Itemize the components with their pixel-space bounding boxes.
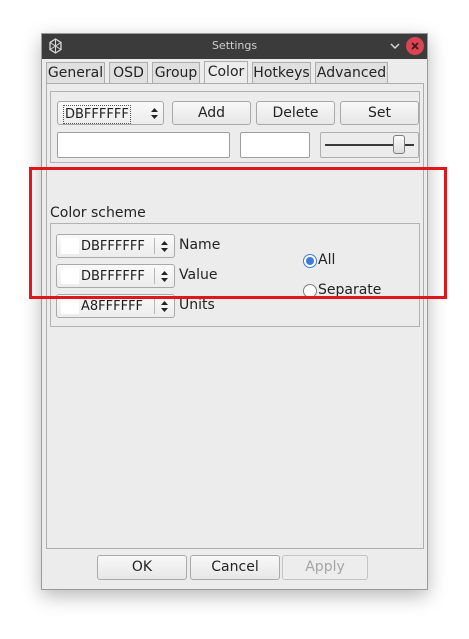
tab-general[interactable]: General	[46, 62, 105, 83]
delete-button[interactable]: Delete	[256, 101, 335, 125]
annotation-highlight-box	[29, 167, 447, 299]
alpha-slider[interactable]	[320, 132, 419, 158]
color-combo[interactable]: DBFFFFFF	[57, 101, 164, 125]
settings-window: Settings General OSD Group Color Hotkeys…	[41, 33, 428, 590]
color-name-input[interactable]	[57, 132, 230, 158]
spin-arrows-icon	[161, 301, 168, 312]
units-color-value: A8FFFFFF	[81, 299, 144, 314]
add-button[interactable]: Add	[172, 101, 251, 125]
set-button[interactable]: Set	[340, 101, 419, 125]
tab-group[interactable]: Group	[152, 62, 200, 83]
title-bar[interactable]: Settings	[42, 34, 427, 59]
combo-separator	[154, 298, 155, 314]
color-editor-group: DBFFFFFF Add Delete Set	[50, 91, 420, 163]
tab-advanced[interactable]: Advanced	[315, 62, 388, 83]
tab-hotkeys[interactable]: Hotkeys	[252, 62, 311, 83]
cancel-button[interactable]: Cancel	[190, 555, 280, 580]
spin-arrows-icon	[151, 108, 158, 119]
color-combo-value: DBFFFFFF	[63, 105, 131, 124]
color-swatch	[61, 298, 79, 314]
color-preview	[240, 132, 310, 158]
tab-color[interactable]: Color	[204, 61, 248, 84]
slider-handle[interactable]	[393, 135, 405, 154]
color-tab-pane: DBFFFFFF Add Delete Set Color scheme DBF…	[46, 83, 424, 549]
close-button[interactable]	[406, 37, 424, 55]
tab-osd[interactable]: OSD	[109, 62, 148, 83]
ok-button[interactable]: OK	[97, 555, 187, 580]
window-title: Settings	[211, 39, 258, 52]
apply-button[interactable]: Apply	[282, 555, 368, 580]
footer-divider	[46, 548, 424, 549]
close-icon	[411, 42, 419, 50]
chevron-down-icon[interactable]	[388, 39, 402, 53]
